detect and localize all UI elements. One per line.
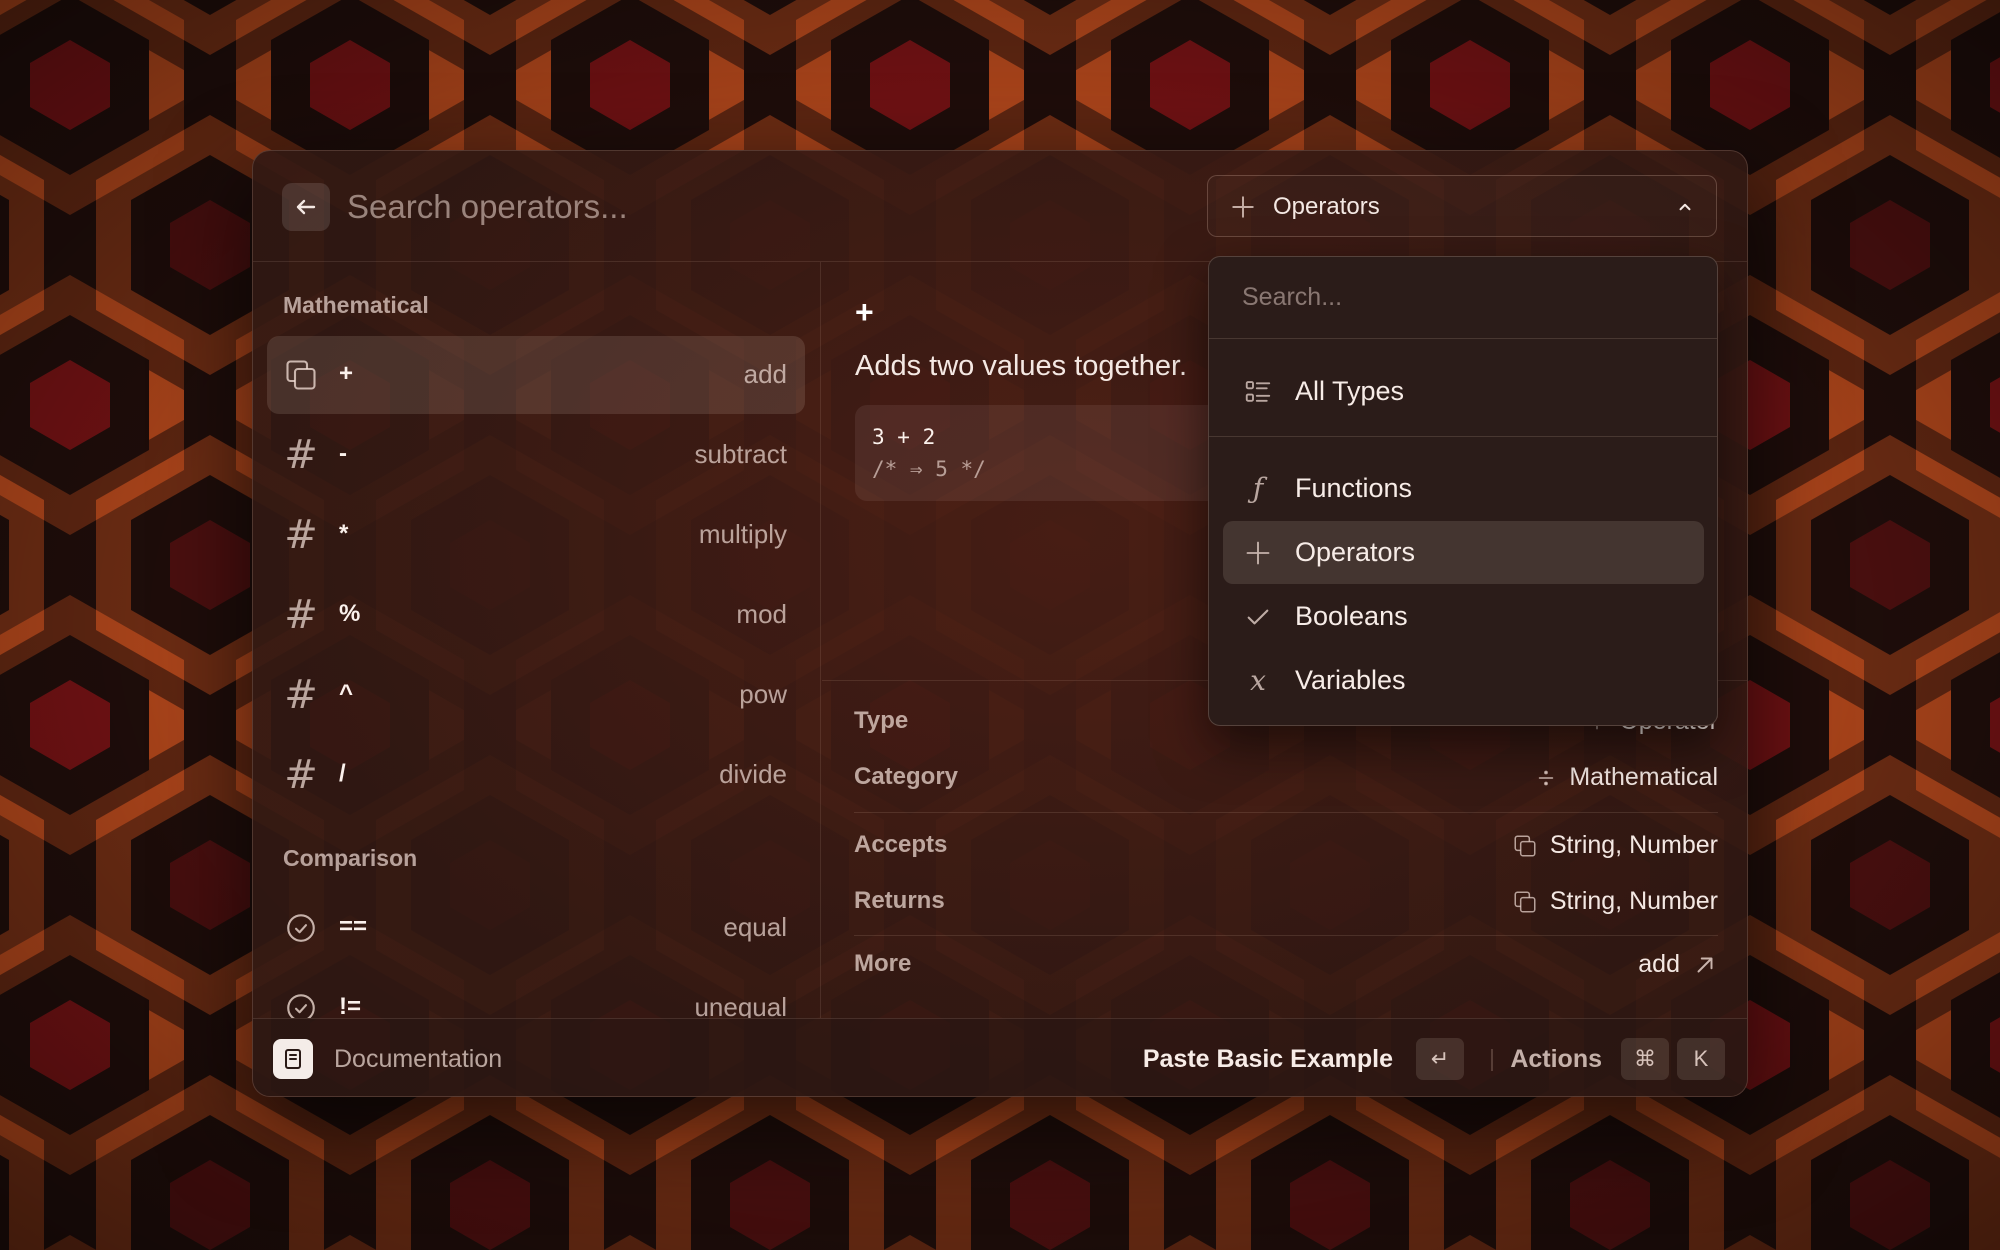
check-circle-icon (283, 990, 319, 1018)
hash-icon: # (284, 512, 318, 558)
operator-symbol: % (339, 600, 361, 627)
list-item-equal[interactable]: == equal (267, 889, 805, 967)
operator-symbol: == (339, 913, 368, 940)
menu-item-label: Functions (1295, 473, 1413, 503)
divider (1209, 436, 1717, 437)
divide-icon (1539, 770, 1554, 785)
list-item-divide[interactable]: # / divide (267, 736, 805, 814)
command-window: Operators Mathematical + add # - subtrac… (252, 150, 1748, 1097)
enter-key-hint: ↵ (1416, 1038, 1464, 1080)
operator-symbol: / (339, 760, 346, 787)
operator-symbol: ^ (339, 680, 354, 707)
meta-returns: Returns String, Number (854, 881, 1718, 921)
menu-item-functions[interactable]: ƒ Functions (1223, 457, 1704, 520)
footer: Documentation Paste Basic Example ↵ Acti… (253, 1018, 1747, 1096)
plus-icon (1243, 538, 1273, 568)
arrow-left-icon (296, 199, 316, 215)
list-item-multiply[interactable]: # * multiply (267, 496, 805, 574)
menu-item-operators[interactable]: Operators (1223, 521, 1704, 584)
meta-value-wrap: String, Number (1512, 831, 1718, 860)
hash-icon: # (284, 672, 318, 718)
check-icon (1243, 602, 1273, 632)
command-key-hint: ⌘ (1621, 1038, 1669, 1080)
copy-icon (283, 357, 319, 393)
meta-accepts: Accepts String, Number (854, 825, 1718, 865)
operator-symbol: * (339, 520, 349, 547)
dropdown-search-input[interactable] (1242, 277, 1682, 317)
menu-item-booleans[interactable]: Booleans (1223, 585, 1704, 648)
type-filter-label: Operators (1273, 193, 1380, 220)
list-icon (1243, 377, 1273, 407)
meta-label: More (854, 950, 912, 977)
operator-name: divide (719, 759, 787, 789)
type-filter-dropdown[interactable]: Operators (1207, 175, 1717, 237)
hash-icon: # (284, 592, 318, 638)
menu-item-all-types[interactable]: All Types (1223, 360, 1704, 423)
operator-name: multiply (698, 519, 787, 549)
meta-value: add (1638, 950, 1680, 978)
chevron-up-icon (1679, 203, 1691, 211)
meta-value-wrap: String, Number (1512, 887, 1718, 916)
menu-item-variables[interactable]: x Variables (1223, 649, 1704, 712)
header: Operators (253, 151, 1747, 262)
meta-label: Accepts (854, 831, 948, 858)
meta-value: String, Number (1549, 831, 1718, 859)
divider (1491, 1049, 1493, 1071)
meta-value: Mathematical (1569, 763, 1718, 791)
operator-symbol: + (339, 360, 354, 387)
operator-list: Mathematical + add # - subtract # * mult… (253, 262, 821, 1018)
detail-description: Adds two values together. (855, 350, 1188, 382)
operator-name: unequal (694, 992, 787, 1018)
check-circle-icon (283, 910, 319, 946)
search-input[interactable] (347, 181, 1147, 233)
divider (854, 935, 1718, 936)
type-filter-menu: All Types ƒ Functions Operators Booleans… (1208, 256, 1718, 726)
operator-name: equal (723, 912, 787, 942)
operator-symbol: != (339, 993, 362, 1018)
k-key-hint: K (1677, 1038, 1725, 1080)
documentation-icon[interactable] (273, 1039, 313, 1079)
meta-value: String, Number (1549, 887, 1718, 915)
list-item-mod[interactable]: # % mod (267, 576, 805, 654)
list-item-subtract[interactable]: # - subtract (267, 416, 805, 494)
actions-button[interactable]: Actions (1510, 1045, 1602, 1074)
operator-name: add (743, 359, 787, 389)
hash-icon: # (284, 752, 318, 798)
dropdown-search (1209, 257, 1717, 339)
documentation-label[interactable]: Documentation (334, 1045, 502, 1074)
plus-icon (1232, 196, 1254, 218)
operator-name: subtract (694, 439, 788, 469)
hash-icon: # (284, 432, 318, 478)
menu-item-label: Booleans (1295, 601, 1408, 631)
meta-more: More add (854, 944, 1718, 984)
copy-icon (1514, 890, 1536, 913)
back-button[interactable] (282, 183, 330, 231)
more-link[interactable]: add (1638, 950, 1718, 979)
menu-item-label: Operators (1295, 537, 1416, 567)
menu-item-label: All Types (1295, 376, 1405, 406)
operator-name: pow (739, 679, 787, 709)
divider (854, 812, 1718, 813)
meta-label: Type (854, 707, 909, 734)
list-item-unequal[interactable]: != unequal (267, 969, 805, 1018)
meta-value-wrap: Mathematical (1535, 763, 1718, 792)
meta-category: Category Mathematical (854, 757, 1718, 797)
list-item-pow[interactable]: # ^ pow (267, 656, 805, 734)
section-title-mathematical: Mathematical (283, 292, 429, 318)
menu-item-label: Variables (1295, 665, 1406, 695)
copy-icon (1514, 834, 1536, 857)
variable-icon: x (1250, 664, 1266, 697)
section-title-comparison: Comparison (283, 845, 418, 871)
list-item-add[interactable]: + add (267, 336, 805, 414)
operator-symbol: - (339, 440, 347, 467)
operator-name: mod (736, 599, 787, 629)
paste-basic-example-button[interactable]: Paste Basic Example (1143, 1045, 1393, 1074)
meta-label: Category (854, 763, 959, 790)
meta-label: Returns (854, 887, 945, 914)
function-icon: ƒ (1252, 472, 1264, 505)
detail-symbol: + (855, 294, 874, 330)
arrow-up-right-icon (1697, 957, 1713, 972)
